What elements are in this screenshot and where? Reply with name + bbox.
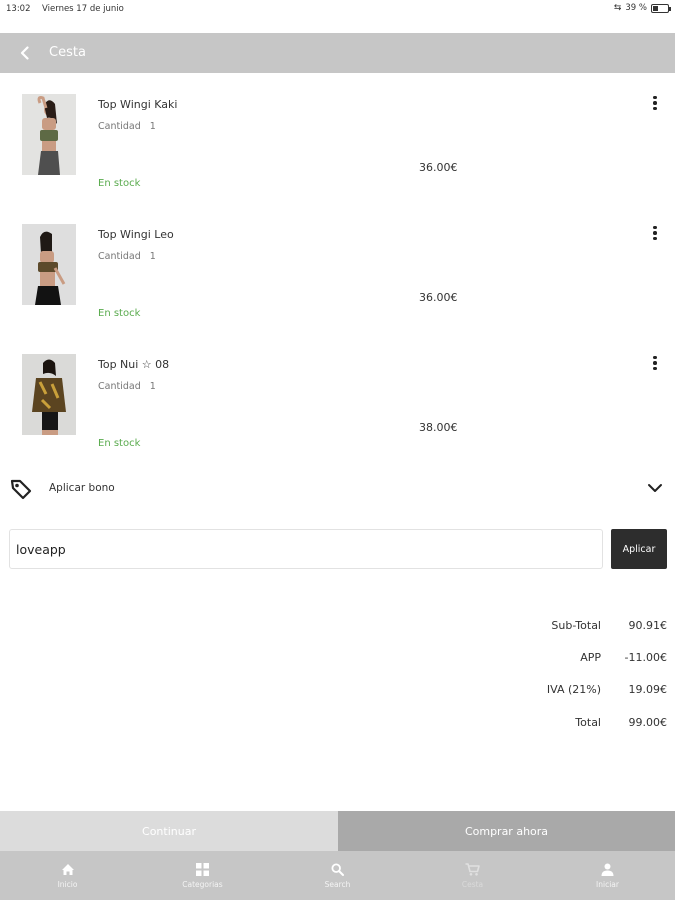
user-icon — [601, 863, 614, 876]
nav-item-search[interactable]: Search — [270, 851, 405, 900]
summary-row-subtotal: Sub-Total 90.91€ — [367, 619, 667, 635]
status-bar: 13:02 Viernes 17 de junio ⇆ 39 % — [0, 0, 675, 18]
summary-value: 90.91€ — [628, 619, 668, 632]
back-button[interactable] — [14, 41, 36, 65]
nav-label: Categorias — [182, 879, 223, 889]
quantity-value: 1 — [149, 381, 156, 392]
product-price: 38.00€ — [419, 421, 458, 434]
nav-label: Inicio — [57, 879, 78, 889]
more-vertical-icon[interactable] — [646, 354, 664, 372]
bottom-navigation: Inicio Categorias Search Cesta Iniciar — [0, 851, 675, 900]
product-image[interactable] — [22, 94, 76, 175]
product-name[interactable]: Top Nui ☆ 08 — [98, 358, 169, 371]
product-name[interactable]: Top Wingi Leo — [98, 228, 174, 241]
status-indicators: ⇆ 39 % — [613, 3, 671, 13]
nav-item-cart[interactable]: Cesta — [405, 851, 540, 900]
stock-status: En stock — [98, 178, 141, 189]
product-price: 36.00€ — [419, 291, 458, 304]
nav-label: Cesta — [461, 879, 484, 889]
voucher-code-input[interactable] — [9, 529, 603, 569]
apply-voucher-label: Aplicar bono — [49, 482, 115, 494]
summary-row-total: Total 99.00€ — [367, 716, 667, 732]
product-price: 36.00€ — [419, 161, 458, 174]
stock-status: En stock — [98, 438, 141, 449]
summary-label: Sub-Total — [551, 619, 601, 632]
app-bar: Cesta — [0, 33, 675, 73]
nav-item-categories[interactable]: Categorias — [135, 851, 270, 900]
cart-item: Top Wingi Leo Cantidad 1 36.00€ En stock — [0, 224, 675, 354]
apply-voucher-button[interactable]: Aplicar — [611, 529, 667, 569]
product-quantity: Cantidad 1 — [98, 121, 156, 132]
summary-row-tax: IVA (21%) 19.09€ — [367, 683, 667, 699]
battery-fill — [653, 5, 658, 11]
cart-item: Top Nui ☆ 08 Cantidad 1 38.00€ En stock — [0, 354, 675, 484]
quantity-label: Cantidad — [98, 381, 141, 392]
chevron-down-icon — [648, 484, 662, 492]
sync-icon: ⇆ — [613, 3, 622, 13]
stock-status: En stock — [98, 308, 141, 319]
page-title: Cesta — [49, 45, 86, 60]
battery-icon — [651, 3, 671, 13]
product-image[interactable] — [22, 224, 76, 305]
summary-label: APP — [580, 651, 601, 664]
summary-value: 99.00€ — [628, 716, 668, 729]
cart-item: Top Wingi Kaki Cantidad 1 36.00€ En stock — [0, 94, 675, 224]
more-vertical-icon[interactable] — [646, 224, 664, 242]
summary-row-app-discount: APP -11.00€ — [367, 651, 667, 667]
product-name[interactable]: Top Wingi Kaki — [98, 98, 177, 111]
search-icon — [331, 862, 344, 876]
buy-now-button[interactable]: Comprar ahora — [338, 811, 675, 851]
product-image[interactable] — [22, 354, 76, 435]
summary-value: -11.00€ — [624, 651, 667, 664]
nav-item-login[interactable]: Iniciar — [540, 851, 675, 900]
status-time: 13:02 — [6, 4, 31, 14]
summary-label: IVA (21%) — [546, 683, 601, 696]
chevron-left-icon — [20, 46, 29, 60]
summary-label: Total — [575, 716, 601, 729]
battery-percent: 39 % — [625, 3, 647, 13]
product-quantity: Cantidad 1 — [98, 381, 156, 392]
tag-icon — [10, 479, 32, 500]
cart-icon — [465, 862, 480, 876]
quantity-value: 1 — [149, 121, 156, 132]
grid-icon — [196, 862, 209, 876]
quantity-value: 1 — [149, 251, 156, 262]
nav-label: Search — [324, 879, 351, 889]
quantity-label: Cantidad — [98, 121, 141, 132]
nav-item-home[interactable]: Inicio — [0, 851, 135, 900]
home-icon — [61, 863, 74, 875]
quantity-label: Cantidad — [98, 251, 141, 262]
more-vertical-icon[interactable] — [646, 94, 664, 112]
status-date: Viernes 17 de junio — [42, 4, 124, 14]
nav-label: Iniciar — [596, 879, 619, 889]
apply-voucher-toggle[interactable]: Aplicar bono — [0, 475, 675, 501]
continue-shopping-button[interactable]: Continuar — [0, 811, 338, 851]
summary-value: 19.09€ — [628, 683, 668, 696]
product-quantity: Cantidad 1 — [98, 251, 156, 262]
